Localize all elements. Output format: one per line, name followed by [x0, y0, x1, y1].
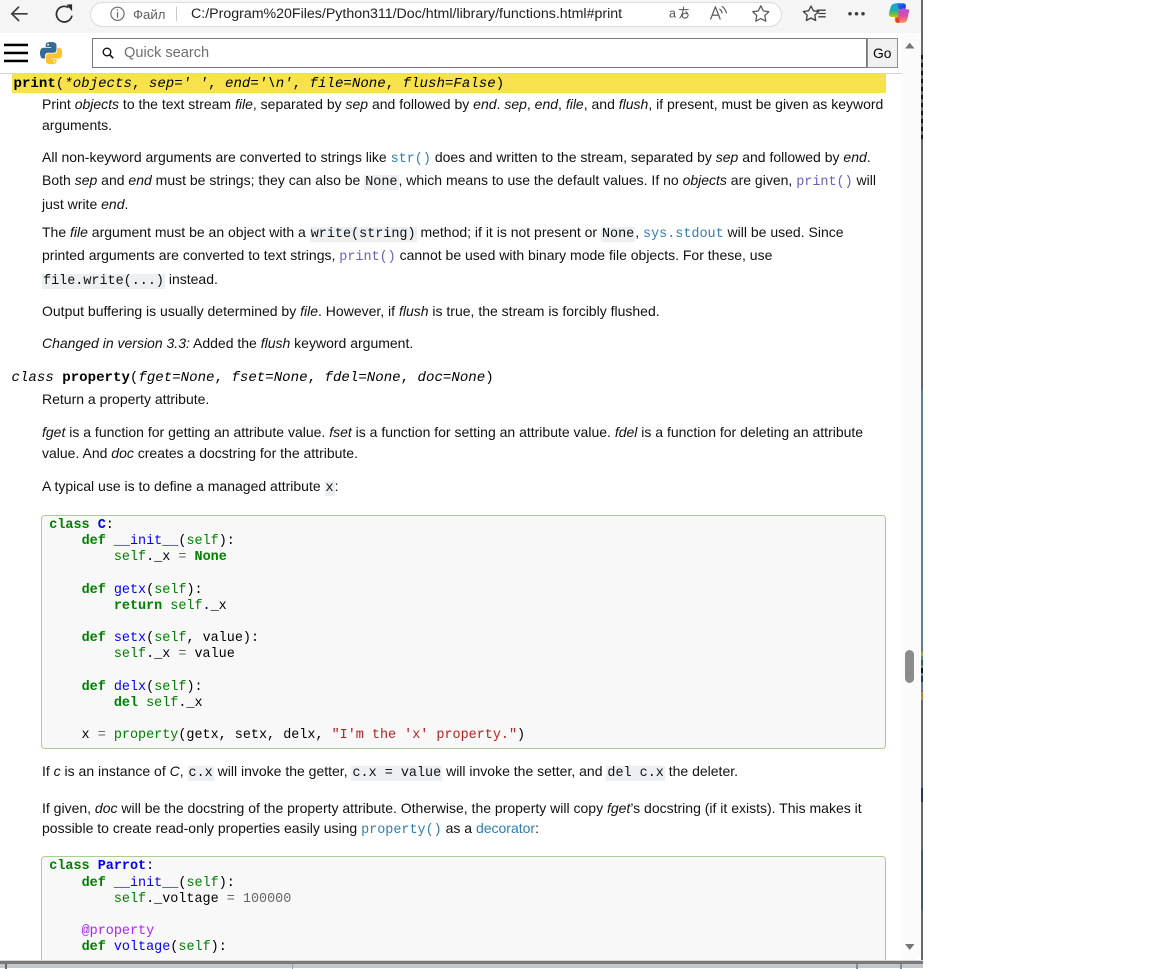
svg-text:a: a — [669, 7, 676, 21]
